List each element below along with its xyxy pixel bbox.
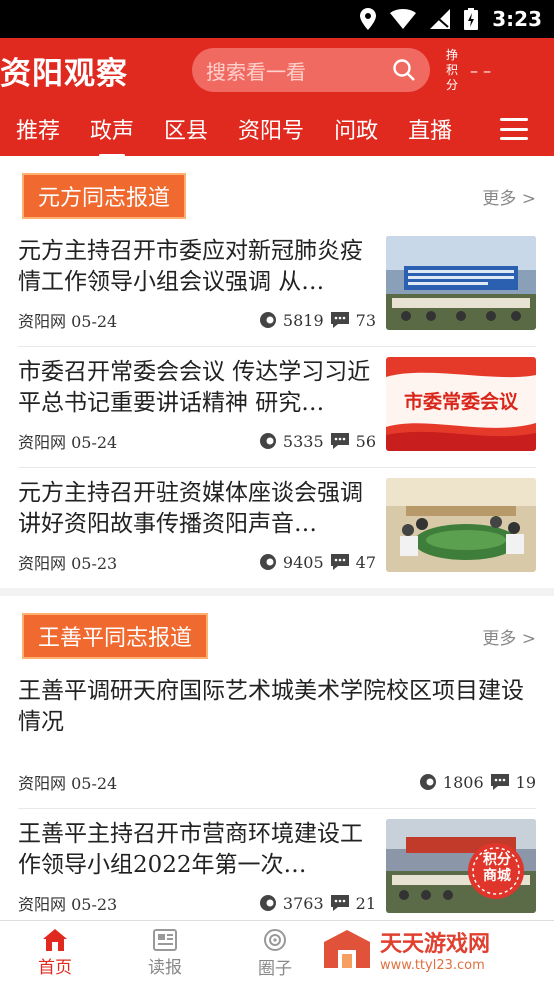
thumbnail-caption: 市委常委会议 [403,391,518,413]
nav-newspaper-label: 读报 [148,958,182,978]
more-link[interactable]: 更多 > [482,624,536,649]
newspaper-icon [153,929,177,951]
article-title: 元方主持召开驻资媒体座谈会强调 讲好资阳故事传播资阳声音… [18,480,363,537]
article-title: 元方主持召开市委应对新冠肺炎疫情工作领导小组会议强调 从… [18,238,363,295]
circle-icon [264,929,286,951]
more-link[interactable]: 更多 > [482,184,536,209]
list-item[interactable]: 市委召开常委会会议 传达学习习近平总书记重要讲话精神 研究… 资阳网 05-24… [18,347,536,468]
views-icon [419,774,436,790]
view-count: 3763 [282,893,324,913]
article-source: 资阳网 [18,774,67,793]
nav-newspaper[interactable]: 读报 [110,921,220,986]
tab-live[interactable]: 直播 [408,113,452,145]
comment-icon [330,312,349,328]
comment-icon [330,554,349,570]
comment-count: 73 [355,310,376,330]
view-count: 5335 [282,431,324,451]
article-source: 资阳网 [18,312,67,331]
section-title: 元方同志报道 [22,173,187,219]
search-input[interactable]: 搜索看一看 [192,48,430,92]
view-count: 9405 [282,552,324,572]
home-icon [43,929,67,951]
wifi-icon [390,9,417,29]
earn-points-button[interactable]: 挣积分 – – [446,48,491,93]
tab-ziyang-hao[interactable]: 资阳号 [238,113,304,145]
article-date: 05-24 [71,433,118,452]
list-item[interactable]: 王善平调研天府国际艺术城美术学院校区项目建设情况 资阳网 05-24 1806 … [18,666,536,809]
battery-icon [464,8,479,30]
location-icon [360,8,377,30]
views-icon [259,433,276,449]
comment-count: 56 [355,431,376,451]
article-title: 王善平主持召开市营商环境建设工作领导小组2022年第一次… [18,821,363,878]
watermark-url: www.ttyl23.com [380,958,485,973]
article-thumbnail: 市委常委会议 [386,357,536,451]
article-date: 05-23 [71,895,118,914]
menu-icon[interactable] [500,118,528,140]
points-mall-badge[interactable]: 积分商城 [478,852,516,884]
nav-home-label: 首页 [38,958,72,978]
watermark-logo-icon [324,929,370,968]
points-label: 挣积分 [446,47,459,92]
article-thumbnail [386,478,536,572]
views-icon [259,312,276,328]
article-source: 资阳网 [18,895,67,914]
status-bar: 3:23 [0,0,554,38]
article-date: 05-24 [71,774,118,793]
view-count: 1806 [442,772,484,792]
tab-recommend[interactable]: 推荐 [16,113,60,145]
list-item[interactable]: 王善平主持召开市营商环境建设工作领导小组2022年第一次… 资阳网 05-23 … [18,809,536,930]
nav-home[interactable]: 首页 [0,921,110,986]
news-section: 王善平同志报道 更多 > 王善平调研天府国际艺术城美术学院校区项目建设情况 资阳… [0,596,554,930]
nav-circle-label: 圈子 [258,959,292,979]
comment-icon [330,895,349,911]
tab-districts[interactable]: 区县 [164,113,208,145]
comment-count: 21 [355,893,376,913]
watermark: 天天游戏网 www.ttyl23.com [322,926,490,973]
tab-inquiry[interactable]: 问政 [334,113,378,145]
article-thumbnail [386,236,536,330]
comment-icon [490,774,509,790]
views-icon [259,895,276,911]
article-date: 05-24 [71,312,118,331]
views-icon [259,554,276,570]
tab-politics[interactable]: 政声 [90,113,134,157]
comment-icon [330,433,349,449]
article-date: 05-23 [71,554,118,573]
app-header: 资阳观察 搜索看一看 挣积分 – – 推荐 政声 区县 资阳号 问政 直播 [0,38,554,157]
news-section: 元方同志报道 更多 > 元方主持召开市委应对新冠肺炎疫情工作领导小组会议强调 从… [0,156,554,588]
app-logo: 资阳观察 [0,55,128,92]
article-source: 资阳网 [18,554,67,573]
section-title: 王善平同志报道 [22,613,209,659]
nav-circle[interactable]: 圈子 [220,921,330,986]
search-icon [393,59,415,81]
status-time: 3:23 [492,7,542,31]
article-title: 王善平调研天府国际艺术城美术学院校区项目建设情况 [18,678,524,735]
article-title: 市委召开常委会会议 传达学习习近平总书记重要讲话精神 研究… [18,359,371,416]
list-item[interactable]: 元方主持召开驻资媒体座谈会强调 讲好资阳故事传播资阳声音… 资阳网 05-23 … [18,468,536,588]
article-thumbnail: 积分商城 [386,819,536,913]
comment-count: 19 [515,772,536,792]
channel-tabs: 推荐 政声 区县 资阳号 问政 直播 [0,102,554,157]
points-value: – – [470,60,492,80]
signal-icon [430,9,451,29]
search-placeholder: 搜索看一看 [206,59,306,84]
list-item[interactable]: 元方主持召开市委应对新冠肺炎疫情工作领导小组会议强调 从… 资阳网 05-24 … [18,226,536,347]
comment-count: 47 [355,552,376,572]
article-source: 资阳网 [18,433,67,452]
view-count: 5819 [282,310,324,330]
watermark-name: 天天游戏网 [380,932,491,957]
